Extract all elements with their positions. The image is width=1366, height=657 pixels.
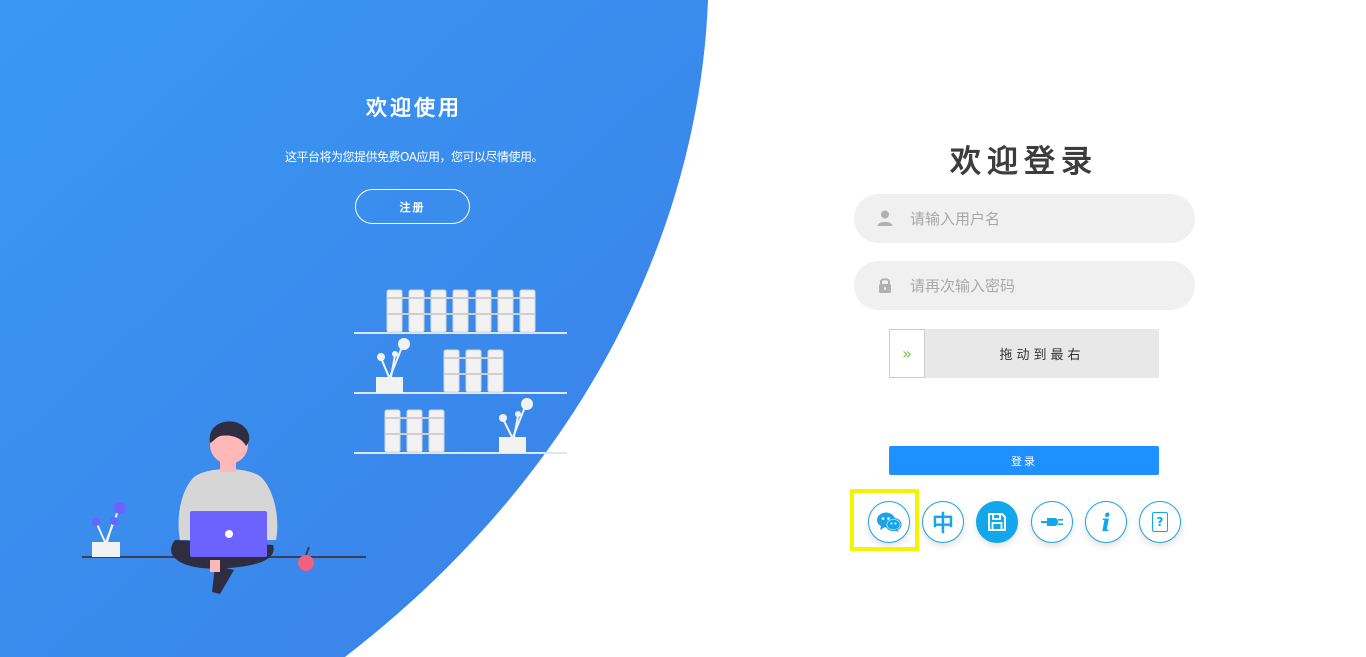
floppy-disk-icon bbox=[988, 513, 1006, 531]
save-button[interactable] bbox=[976, 501, 1018, 543]
wechat-button[interactable] bbox=[868, 501, 910, 543]
info-button[interactable]: i bbox=[1085, 501, 1127, 543]
chinese-language-icon: 中 bbox=[931, 512, 954, 537]
welcome-subtitle: 这平台将为您提供免费OA应用，您可以尽情使用。 bbox=[285, 150, 543, 164]
wechat-icon bbox=[877, 512, 902, 532]
user-icon bbox=[877, 210, 893, 226]
info-icon: i bbox=[1101, 507, 1111, 537]
username-field[interactable] bbox=[854, 194, 1195, 243]
plug-icon bbox=[1041, 518, 1063, 526]
username-input[interactable] bbox=[910, 194, 1180, 243]
slider-hint: 拖动到最右 bbox=[999, 348, 1085, 363]
lock-icon bbox=[879, 278, 891, 293]
double-chevron-right-icon: » bbox=[902, 344, 912, 363]
slider-handle[interactable]: » bbox=[889, 329, 925, 378]
slide-verify: » 拖动到最右 bbox=[889, 329, 1159, 378]
password-input[interactable] bbox=[910, 261, 1180, 310]
welcome-panel-background bbox=[0, 0, 708, 657]
password-field[interactable] bbox=[854, 261, 1195, 310]
help-button[interactable]: ? bbox=[1139, 501, 1181, 543]
help-question-mark: ? bbox=[1156, 515, 1164, 529]
help-book-icon: ? bbox=[1152, 512, 1168, 532]
login-title: 欢迎登录 bbox=[950, 144, 1098, 180]
plugin-button[interactable] bbox=[1031, 501, 1073, 543]
welcome-title: 欢迎使用 bbox=[366, 96, 462, 120]
language-button[interactable]: 中 bbox=[922, 501, 964, 543]
register-button[interactable]: 注册 bbox=[355, 189, 470, 224]
login-button[interactable]: 登录 bbox=[889, 446, 1159, 475]
